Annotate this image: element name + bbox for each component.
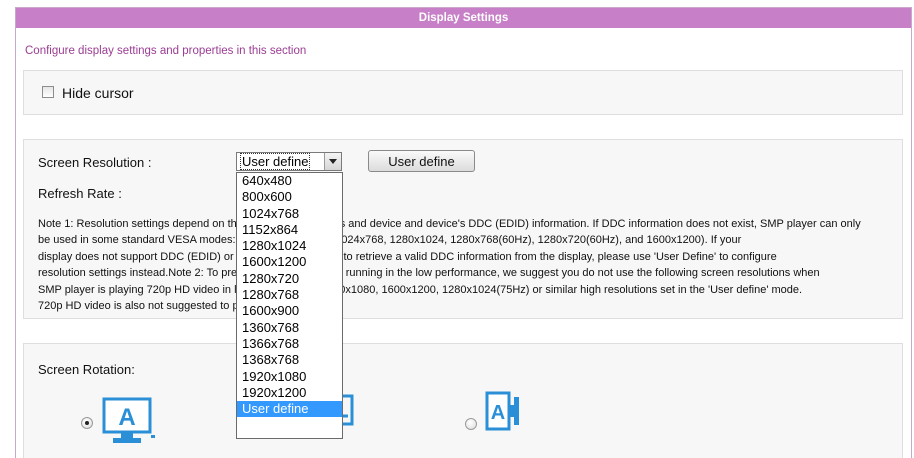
- rotation-landscape-radio[interactable]: [81, 417, 93, 429]
- resolution-option[interactable]: 1600x900: [237, 303, 342, 319]
- resolution-option[interactable]: 1368x768: [237, 352, 342, 368]
- monitor-portrait-right-icon[interactable]: A: [484, 390, 520, 434]
- chevron-down-icon[interactable]: [324, 153, 341, 170]
- resolution-option[interactable]: 1360x768: [237, 320, 342, 336]
- monitor-portrait-icon[interactable]: [342, 390, 356, 430]
- svg-text:A: A: [491, 402, 505, 424]
- resolution-option[interactable]: 1920x1200: [237, 385, 342, 401]
- screen-resolution-label: Screen Resolution :: [38, 155, 152, 170]
- hide-cursor-label: Hide cursor: [62, 85, 134, 101]
- resolution-option[interactable]: 1920x1080: [237, 369, 342, 385]
- refresh-rate-label: Refresh Rate :: [38, 186, 122, 201]
- note-line: 720p HD video is also not suggested to p…: [38, 300, 336, 313]
- resolution-option[interactable]: 1280x1024: [237, 238, 342, 254]
- hide-cursor-section: [23, 70, 903, 115]
- user-define-button[interactable]: User define: [368, 150, 475, 172]
- resolution-option[interactable]: 1600x1200: [237, 254, 342, 270]
- resolution-select-value: User define: [239, 153, 311, 170]
- screen-rotation-label: Screen Rotation:: [38, 362, 135, 377]
- resolution-option[interactable]: 1152x864: [237, 222, 342, 238]
- resolution-dropdown-list: 640x480 800x600 1024x768 1152x864 1280x1…: [236, 172, 343, 439]
- note-line: Note 1: Resolution settings depend on th…: [38, 218, 861, 230]
- resolution-option[interactable]: 1366x768: [237, 336, 342, 352]
- hide-cursor-checkbox[interactable]: [42, 86, 54, 98]
- resolution-select[interactable]: User define: [236, 152, 342, 171]
- note-line: be used in some standard VESA modes: 640…: [38, 234, 742, 247]
- monitor-landscape-icon[interactable]: A: [101, 395, 157, 447]
- resolution-option[interactable]: 640x480: [237, 173, 342, 189]
- resolution-option[interactable]: 1280x768: [237, 287, 342, 303]
- note-line: display does not support DDC (EDID) or S…: [38, 250, 777, 263]
- resolution-note: Note 1: Resolution settings depend on th…: [38, 216, 898, 314]
- resolution-option-highlighted[interactable]: User define: [237, 401, 342, 418]
- resolution-option[interactable]: 1024x768: [237, 206, 342, 222]
- svg-text:A: A: [118, 404, 135, 431]
- resolution-option[interactable]: 1280x720: [237, 271, 342, 287]
- panel-title: Display Settings: [16, 8, 911, 28]
- note-line: SMP player is playing 720p HD video in l…: [38, 283, 803, 296]
- note-line: resolution settings instead.Note 2: To p…: [38, 267, 820, 280]
- rotation-portrait-right-radio[interactable]: [465, 418, 477, 430]
- panel-subtitle: Configure display settings and propertie…: [25, 45, 307, 57]
- resolution-option[interactable]: 800x600: [237, 189, 342, 205]
